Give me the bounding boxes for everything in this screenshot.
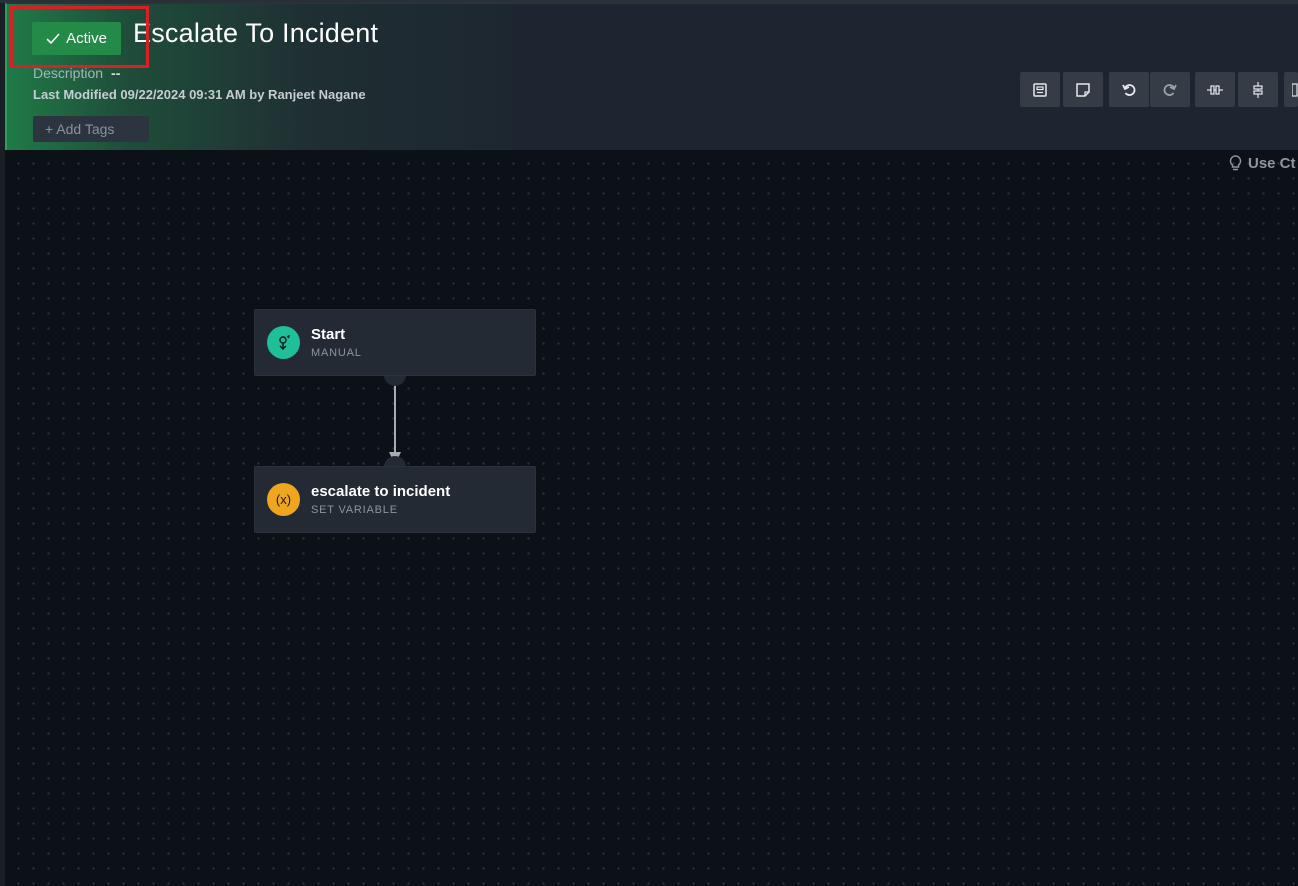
description-row: Description --: [33, 65, 120, 81]
undo-icon: [1122, 83, 1136, 96]
node-escalate-to-incident[interactable]: (x) escalate to incident SET VARIABLE: [254, 466, 536, 533]
summary-icon: [1033, 82, 1047, 97]
more-icon: [1292, 82, 1298, 97]
node-title: Start: [311, 326, 346, 343]
description-label: Description: [33, 65, 104, 81]
node-title: escalate to incident: [311, 483, 451, 500]
undo-button[interactable]: [1109, 72, 1149, 107]
note-icon: [1076, 82, 1090, 97]
note-button[interactable]: [1063, 72, 1103, 107]
horizontal-layout-button[interactable]: [1195, 72, 1235, 107]
node-subtitle: MANUAL: [311, 347, 362, 359]
more-button[interactable]: [1284, 72, 1298, 107]
check-icon: [46, 32, 60, 44]
vertical-layout-button[interactable]: [1238, 72, 1278, 107]
vertical-layout-icon: [1253, 81, 1263, 98]
add-tags-button[interactable]: + Add Tags: [33, 116, 149, 142]
playbook-canvas[interactable]: [5, 150, 1298, 886]
manual-trigger-icon: [267, 326, 300, 359]
redo-button[interactable]: [1150, 72, 1190, 107]
lightbulb-icon: [1229, 155, 1242, 171]
last-modified: Last Modified 09/22/2024 09:31 AM by Ran…: [33, 87, 366, 102]
page-title: Escalate To Incident: [133, 18, 379, 48]
redo-icon: [1163, 83, 1177, 96]
summary-button[interactable]: [1020, 72, 1060, 107]
status-badge-active[interactable]: Active: [32, 22, 121, 55]
variable-icon: (x): [267, 483, 300, 516]
description-value[interactable]: --: [111, 65, 120, 81]
horizontal-layout-icon: [1207, 84, 1223, 95]
canvas-hint: Use Ct: [1229, 155, 1296, 172]
status-label: Active: [66, 30, 107, 47]
node-start[interactable]: Start MANUAL: [254, 309, 536, 376]
canvas-hint-text: Use Ct: [1248, 155, 1296, 172]
node-subtitle: SET VARIABLE: [311, 504, 398, 516]
